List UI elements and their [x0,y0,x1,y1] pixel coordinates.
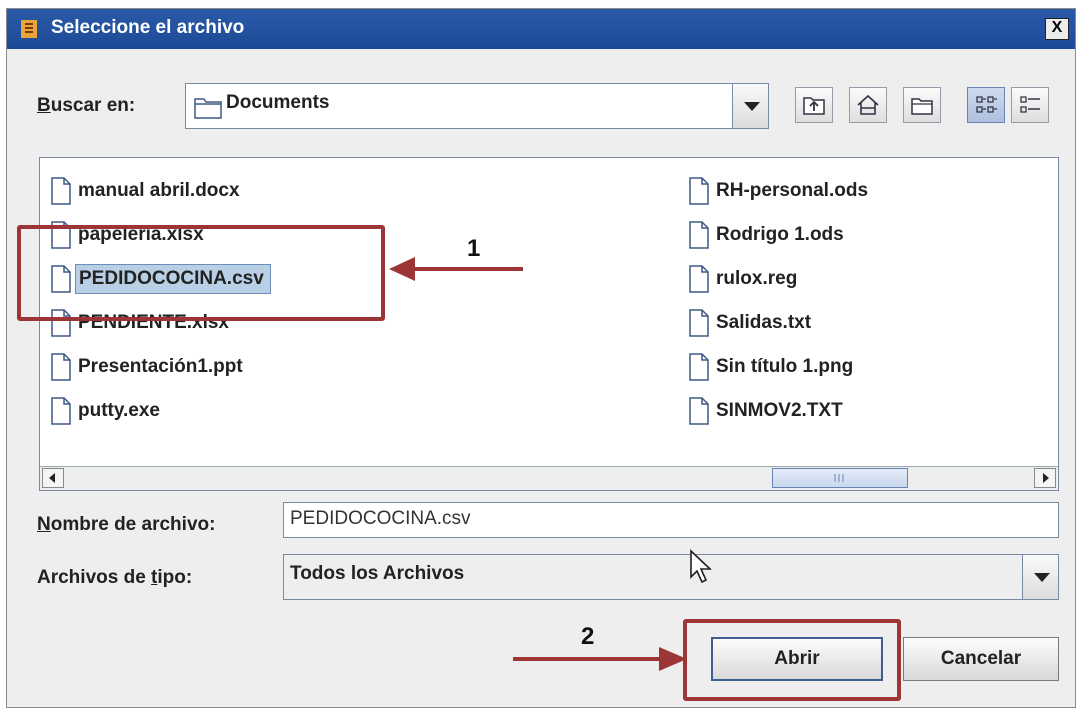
details-view-icon [1020,96,1040,113]
filetype-value: Todos los Archivos [290,563,465,584]
file-icon [689,397,709,425]
annotation-number-2: 2 [581,623,595,650]
file-icon [689,177,709,205]
file-name: SINMOV2.TXT [716,400,843,421]
file-icon [689,309,709,337]
filetype-dropdown-arrow[interactable] [1022,555,1058,599]
file-chooser-dialog: Seleccione el archivo X Buscar en: Docum… [6,8,1076,708]
scroll-thumb[interactable] [772,468,908,488]
title-bar[interactable]: Seleccione el archivo X [7,9,1075,49]
file-name: Sin título 1.png [716,356,854,377]
annotation-arrow-2-icon [513,647,687,671]
home-button[interactable] [849,87,887,123]
file-name: RH-personal.ods [716,180,869,201]
up-one-level-icon [803,97,825,115]
file-name: manual abril.docx [78,180,240,201]
look-in-value: Documents [226,92,330,113]
annotation-arrow-1-icon [389,257,523,281]
file-icon [689,221,709,249]
close-button[interactable]: X [1045,18,1069,40]
list-view-button[interactable] [967,87,1005,123]
file-icon [689,353,709,381]
file-item[interactable]: Presentación1.ppt [50,350,243,384]
annotation-box-2 [683,619,901,701]
file-icon [51,397,71,425]
file-icon [51,177,71,205]
file-item[interactable]: rulox.reg [688,262,797,296]
home-icon [857,94,879,115]
grip-icon [834,474,844,482]
new-folder-button[interactable] [903,87,941,123]
file-item[interactable]: manual abril.docx [50,174,240,208]
annotation-number-1: 1 [467,235,481,262]
filename-input[interactable]: PEDIDOCOCINA.csv [283,502,1059,538]
filetype-combo[interactable]: Todos los Archivos [283,554,1059,600]
filetype-label: Archivos de tipo: [37,567,193,588]
list-view-icon [976,96,997,113]
file-name: Rodrigo 1.ods [716,224,844,245]
file-item[interactable]: RH-personal.ods [688,174,868,208]
java-app-icon [21,20,37,38]
file-item[interactable]: SINMOV2.TXT [688,394,843,428]
filename-label: Nombre de archivo: [37,514,216,535]
horizontal-scrollbar[interactable] [40,466,1058,490]
scroll-left-button[interactable] [42,468,64,488]
new-folder-icon [911,98,933,115]
folder-icon [194,98,222,119]
file-name: putty.exe [78,400,161,421]
file-list[interactable]: manual abril.docx papeleria.xlsx PEDIDOCOC… [39,157,1059,491]
up-one-level-button[interactable] [795,87,833,123]
file-item[interactable]: Sin título 1.png [688,350,853,384]
close-icon: X [1051,19,1063,36]
file-name: rulox.reg [716,268,798,289]
look-in-dropdown-arrow[interactable] [732,84,768,128]
file-item[interactable]: Rodrigo 1.ods [688,218,844,252]
file-item[interactable]: putty.exe [50,394,160,428]
scroll-right-button[interactable] [1034,468,1056,488]
details-view-button[interactable] [1011,87,1049,123]
file-icon [51,353,71,381]
arrow-left-icon [49,473,55,483]
annotation-box-1 [17,225,385,321]
file-item[interactable]: Salidas.txt [688,306,811,340]
cancel-button[interactable]: Cancelar [903,637,1059,681]
dialog-title: Seleccione el archivo [51,17,245,38]
mouse-cursor-icon [690,549,713,584]
look-in-label: Buscar en: [37,95,136,116]
arrow-right-icon [1043,473,1049,483]
file-icon [689,265,709,293]
file-name: Presentación1.ppt [78,356,243,377]
file-name: Salidas.txt [716,312,812,333]
look-in-combo[interactable]: Documents [185,83,769,129]
